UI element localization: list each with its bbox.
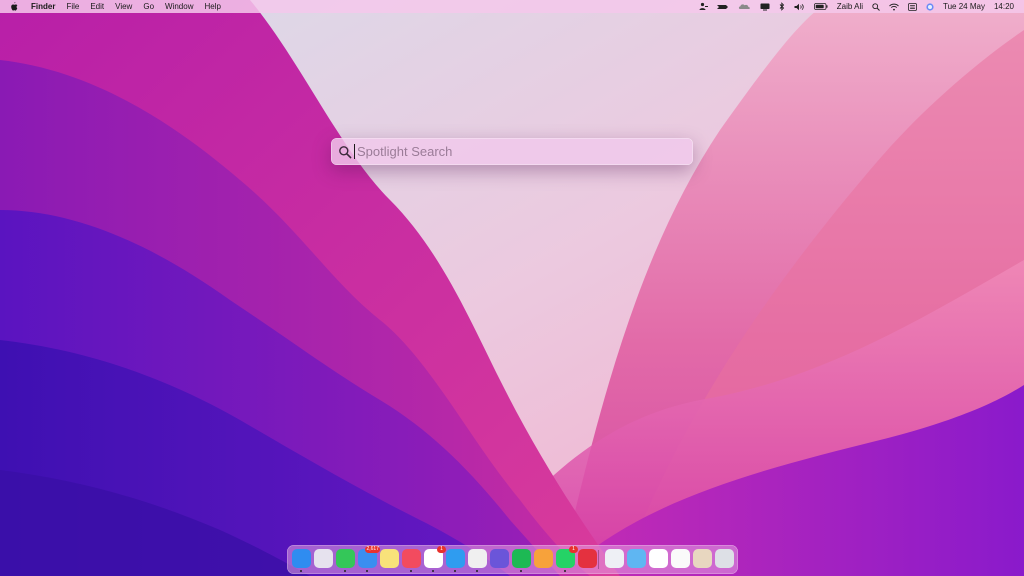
- display-icon[interactable]: [760, 3, 770, 11]
- menu-date[interactable]: Tue 24 May: [943, 2, 985, 11]
- running-indicator: [520, 570, 522, 572]
- spotlight-search-bar[interactable]: [331, 138, 693, 165]
- safari-icon[interactable]: [446, 549, 465, 568]
- menu-bar: Finder File Edit View Go Window Help Zai…: [0, 0, 1024, 13]
- menu-help[interactable]: Help: [204, 2, 220, 11]
- notes-icon[interactable]: [380, 549, 399, 568]
- running-indicator: [432, 570, 434, 572]
- running-indicator: [564, 570, 566, 572]
- running-indicator: [344, 570, 346, 572]
- cloud-icon[interactable]: [738, 3, 751, 10]
- trash-icon[interactable]: [715, 549, 734, 568]
- folder-icon[interactable]: [627, 549, 646, 568]
- running-indicator: [300, 570, 302, 572]
- menu-edit[interactable]: Edit: [90, 2, 104, 11]
- spotify-icon[interactable]: [512, 549, 531, 568]
- screenshot-icon[interactable]: [649, 549, 668, 568]
- battery-icon[interactable]: [813, 3, 828, 10]
- menu-bar-left: Finder File Edit View Go Window Help: [0, 2, 232, 11]
- folder-icon[interactable]: [605, 549, 624, 568]
- music-icon[interactable]: [402, 549, 421, 568]
- affinity-icon[interactable]: [490, 549, 509, 568]
- desktop-wallpaper: [0, 0, 1024, 576]
- notification-badge: 1: [437, 546, 446, 553]
- whatsapp-icon[interactable]: 1: [556, 546, 578, 568]
- notification-badge: 1: [569, 546, 578, 553]
- messages-icon[interactable]: [336, 549, 355, 568]
- spotlight-search-input[interactable]: [357, 144, 677, 159]
- reminders-icon[interactable]: 1: [424, 546, 446, 568]
- mail-icon[interactable]: 2,617: [358, 546, 380, 568]
- document-icon[interactable]: [671, 549, 690, 568]
- spotlight-search-icon: [339, 145, 352, 158]
- menu-bar-status: Zaib Ali Tue 24 May 14:20: [690, 0, 1014, 13]
- finder-icon[interactable]: [292, 549, 311, 568]
- menu-window[interactable]: Window: [165, 2, 193, 11]
- apple-logo-icon[interactable]: [10, 2, 18, 11]
- speeko-icon[interactable]: [578, 549, 597, 568]
- menu-time[interactable]: 14:20: [994, 2, 1014, 11]
- menu-view[interactable]: View: [115, 2, 132, 11]
- control-center-icon[interactable]: [908, 2, 917, 11]
- bluetooth-icon[interactable]: [779, 2, 785, 11]
- search-icon[interactable]: [872, 2, 880, 11]
- volume-icon[interactable]: [794, 3, 805, 11]
- pixelmator-icon[interactable]: [468, 549, 487, 568]
- launchpad-icon[interactable]: [314, 549, 333, 568]
- pages-icon[interactable]: [534, 549, 553, 568]
- menu-file[interactable]: File: [66, 2, 79, 11]
- menu-user-name[interactable]: Zaib Ali: [837, 2, 863, 11]
- running-indicator: [410, 570, 412, 572]
- running-indicator: [476, 570, 478, 572]
- wifi-icon[interactable]: [889, 3, 899, 11]
- running-indicator: [454, 570, 456, 572]
- user-switch-icon[interactable]: [699, 2, 708, 11]
- siri-icon[interactable]: [926, 2, 934, 11]
- dock: 2,617 1 1: [287, 545, 738, 574]
- speed-icon[interactable]: [716, 3, 729, 11]
- photos-icon[interactable]: [693, 549, 712, 568]
- menu-go[interactable]: Go: [143, 2, 154, 11]
- menu-app-name[interactable]: Finder: [31, 2, 55, 11]
- dock-separator: [598, 550, 599, 569]
- running-indicator: [366, 570, 368, 572]
- text-caret: [354, 144, 355, 159]
- notification-badge: 2,617: [365, 546, 380, 553]
